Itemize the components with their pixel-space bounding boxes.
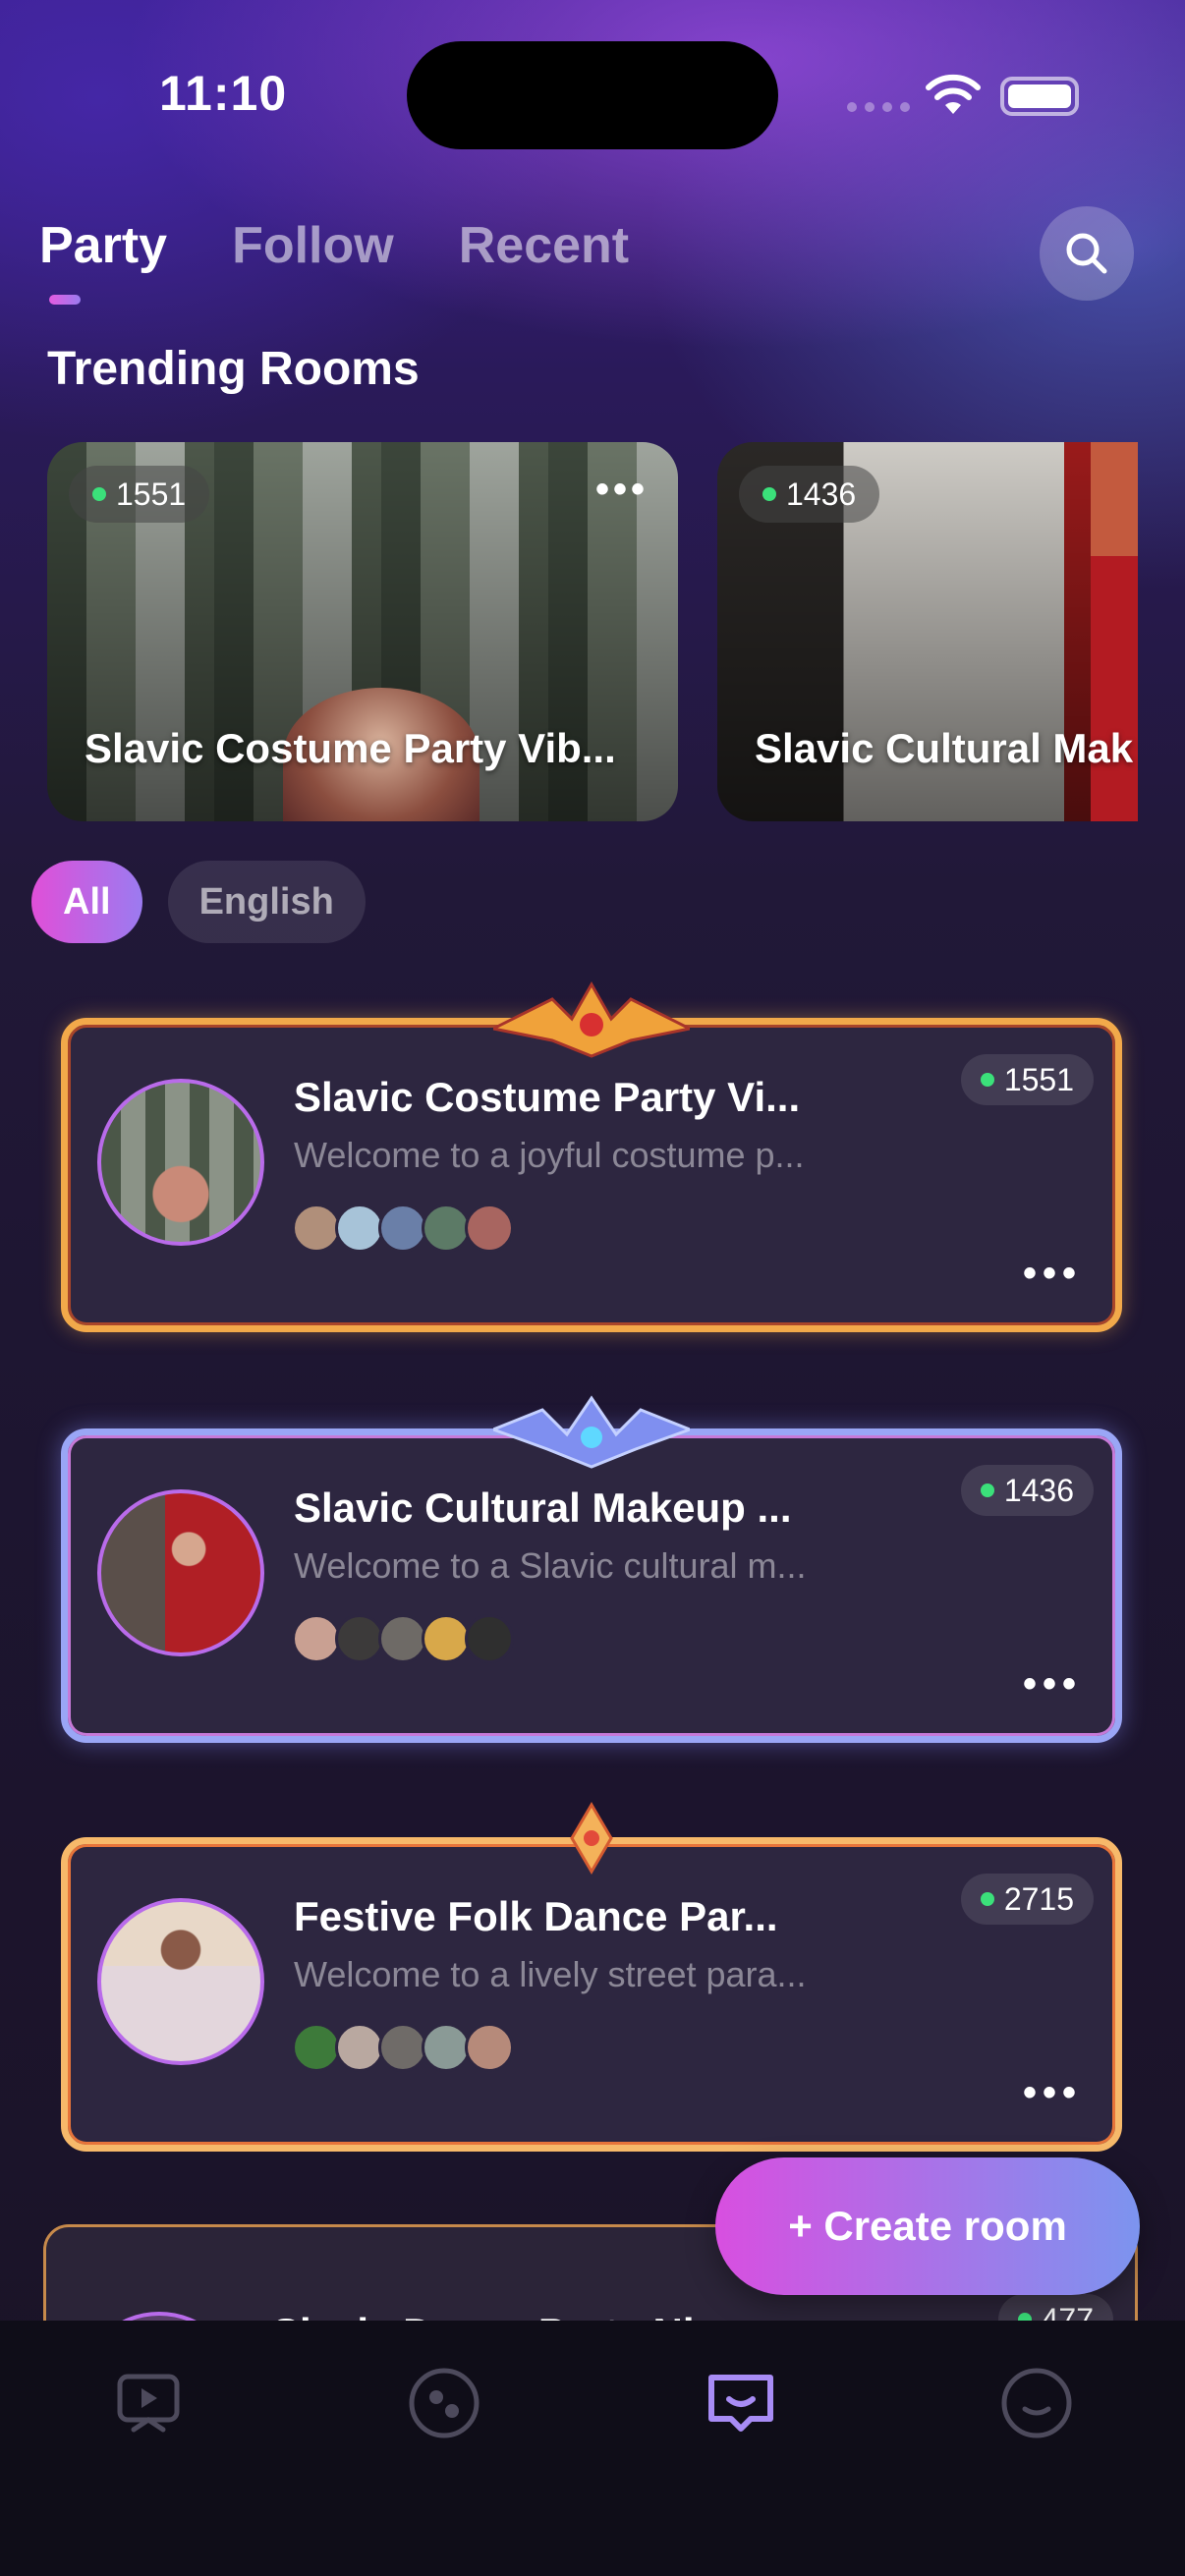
trending-room-card[interactable]: 1551 ••• Slavic Costume Party Vib... [47,442,678,821]
avatar [465,1614,514,1663]
avatar [97,1079,264,1246]
language-filters: All English [31,861,366,943]
search-icon [1066,233,1107,274]
listener-count: 1551 [1003,1061,1074,1097]
chat-icon [707,2375,773,2432]
member-avatars [292,1614,514,1663]
avatar [335,1204,384,1253]
listener-count-badge: 1551 [69,466,210,523]
room-description: Welcome to a lively street para... [294,1954,807,1994]
listener-count-badge: 1551 [960,1054,1094,1105]
room-card[interactable]: Slavic Cultural Makeup ... Welcome to a … [61,1395,1122,1743]
room-title: Slavic Costume Party Vi... [294,1074,801,1120]
filter-english[interactable]: English [167,861,366,943]
blue-crest-icon [493,1395,690,1469]
orange-crest-icon [570,1802,613,1875]
tab-recent[interactable]: Recent [459,216,629,275]
room-card[interactable]: Festive Folk Dance Par... Welcome to a l… [61,1802,1122,2152]
tab-party[interactable]: Party [39,216,167,275]
avatar [422,2023,471,2072]
battery-icon [1000,77,1079,116]
room-title: Slavic Cultural Makeup ... [294,1484,792,1531]
online-dot-icon [980,1484,994,1497]
search-button[interactable] [1040,206,1134,301]
room-description: Welcome to a joyful costume p... [294,1135,805,1175]
discover-icon [409,2368,480,2438]
avatar [335,1614,384,1663]
trending-room-card[interactable]: 1436 Slavic Cultural Mak [717,442,1138,821]
avatar [465,2023,514,2072]
section-title: Trending Rooms [47,343,420,395]
avatar [378,2023,427,2072]
gold-crest-icon [493,980,690,1058]
online-dot-icon [92,487,106,501]
filter-all[interactable]: All [31,861,142,943]
create-room-button[interactable]: + Create room [715,2157,1140,2295]
more-options-icon[interactable]: ••• [1023,1662,1082,1707]
avatar [422,1204,471,1253]
avatar [378,1204,427,1253]
room-description: Welcome to a Slavic cultural m... [294,1545,807,1586]
dynamic-island [407,41,778,149]
avatar [292,1614,341,1663]
tabbar-profile[interactable] [997,2364,1076,2442]
cellular-signal-icon [847,102,910,112]
active-tab-indicator [49,295,81,305]
more-options-icon[interactable]: ••• [595,468,649,512]
avatar [465,1204,514,1253]
avatar [378,1614,427,1663]
more-options-icon[interactable]: ••• [1023,2071,1082,2115]
listener-count-badge: 1436 [960,1465,1094,1516]
tabbar-discover[interactable] [405,2364,483,2442]
trending-room-title: Slavic Costume Party Vib... [85,725,616,771]
online-dot-icon [980,1892,994,1906]
listener-count: 1436 [1003,1472,1074,1508]
tabbar-chat[interactable] [702,2364,780,2442]
avatar [97,1489,264,1656]
listener-count-badge: 2715 [960,1874,1094,1925]
tabbar-video[interactable] [109,2364,188,2442]
avatar [335,2023,384,2072]
listener-count: 1436 [786,476,857,512]
video-icon [117,2374,180,2433]
bottom-tab-bar [0,2321,1185,2576]
avatar [292,1204,341,1253]
listener-count: 2715 [1003,1880,1074,1917]
top-tabs: Party Follow Recent [39,216,629,275]
trending-carousel[interactable]: 1551 ••• Slavic Costume Party Vib... 143… [47,442,1138,825]
profile-icon [1001,2368,1072,2438]
online-dot-icon [980,1073,994,1087]
member-avatars [292,2023,514,2072]
listener-count: 1551 [116,476,187,512]
room-title: Festive Folk Dance Par... [294,1893,778,1939]
listener-count-badge: 1436 [739,466,880,523]
avatar [292,2023,341,2072]
avatar [422,1614,471,1663]
room-card[interactable]: Slavic Costume Party Vi... Welcome to a … [61,980,1122,1332]
online-dot-icon [762,487,776,501]
status-bar: 11:10 [0,0,1185,196]
status-time: 11:10 [159,66,288,121]
member-avatars [292,1204,514,1253]
trending-room-title: Slavic Cultural Mak [755,725,1134,771]
tab-follow[interactable]: Follow [232,216,394,275]
avatar [97,1898,264,2065]
more-options-icon[interactable]: ••• [1023,1252,1082,1296]
wifi-icon [926,74,981,114]
